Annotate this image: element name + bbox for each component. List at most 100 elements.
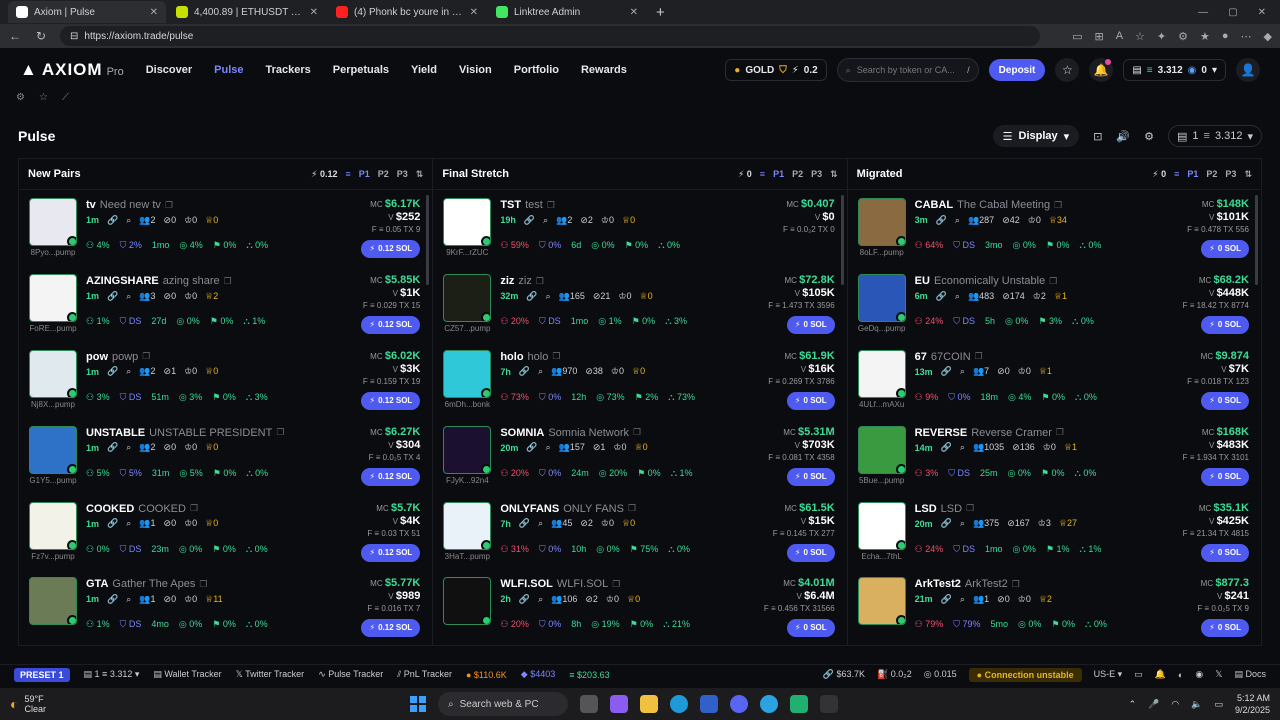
token-image[interactable] <box>857 198 906 247</box>
pnl-tracker-button[interactable]: ⫽ PnL Tracker <box>397 669 452 680</box>
preset-p2-button[interactable]: P2 <box>1206 169 1217 179</box>
quick-buy-button[interactable]: ⚡ 0 SOL <box>786 543 835 562</box>
telegram-icon[interactable] <box>760 695 778 713</box>
preset-p3-button[interactable]: P3 <box>1225 169 1236 179</box>
token-card[interactable]: Echa...7thL LSD LSD ❐ 20m 🔗 ⌕ 👥375 ⊘167 <box>848 494 1261 570</box>
filter-icon[interactable]: ⇅ <box>1244 169 1252 180</box>
app-icon[interactable] <box>790 695 808 713</box>
tab-close-icon[interactable]: ✕ <box>150 7 158 18</box>
terminal-icon[interactable] <box>820 695 838 713</box>
deposit-button[interactable]: Deposit <box>988 59 1046 81</box>
token-address[interactable]: FJyK...92n4 <box>446 476 489 485</box>
token-address[interactable]: Nj8X...pump <box>31 400 75 409</box>
token-search[interactable]: ⌕ Search by token or CA... / <box>836 58 979 82</box>
token-card[interactable]: CZ57...pump ziz ziz ❐ 32m 🔗 ⌕ 👥165 ⊘21 ♔… <box>433 266 846 342</box>
wifi-icon[interactable]: ◠ <box>1171 699 1179 710</box>
tab-close-icon[interactable]: ✕ <box>470 7 478 18</box>
token-image[interactable] <box>29 501 77 550</box>
token-image[interactable] <box>29 349 77 398</box>
token-card[interactable]: Fz7v...pump COOKED COOKED ❐ 1m 🔗 ⌕ 👥1 ⊘0 <box>19 494 432 570</box>
close-window-icon[interactable]: ✕ <box>1258 7 1266 18</box>
copy-icon[interactable]: ❐ <box>628 503 636 514</box>
search-icon[interactable]: ⌕ <box>126 291 131 302</box>
token-image[interactable] <box>857 501 906 550</box>
user-icon[interactable]: 👤 <box>1236 58 1260 82</box>
link-icon[interactable]: 🔗 <box>936 291 947 302</box>
quick-buy-amount[interactable]: ⚡ 0 <box>738 169 752 180</box>
notification-bell-icon[interactable]: 🔔 <box>1089 58 1114 82</box>
tray-chevron-icon[interactable]: ⌃ <box>1129 699 1137 710</box>
search-icon[interactable]: ⌕ <box>955 291 960 302</box>
file-explorer-icon[interactable] <box>640 695 658 713</box>
link-icon[interactable]: 🔗 <box>107 366 118 377</box>
token-image[interactable] <box>443 577 492 626</box>
quick-buy-button[interactable]: ⚡ 0 SOL <box>786 316 835 335</box>
star-icon[interactable]: ☆ <box>39 92 48 106</box>
wallet-balance-button[interactable]: ▤ ≡ 3.312 ◉ 0 ▾ <box>1123 59 1226 81</box>
quick-buy-button[interactable]: ⚡ 0 SOL <box>786 619 835 638</box>
token-card[interactable]: GTA Gather The Apes ❐ 1m 🔗 ⌕ 👥1 ⊘0 ♔0 ♕1… <box>19 569 432 645</box>
preset-p1-button[interactable]: P1 <box>1187 169 1198 179</box>
discord-icon[interactable]: ◉ <box>1195 669 1203 680</box>
copy-icon[interactable]: ❐ <box>190 503 198 514</box>
search-icon[interactable]: ⌕ <box>126 518 131 529</box>
palette-icon[interactable]: ◐ <box>1178 670 1183 680</box>
tab-close-icon[interactable]: ✕ <box>630 7 638 18</box>
sol-filter-icon[interactable]: ≡ <box>345 169 350 179</box>
token-address[interactable]: Fz7v...pump <box>31 552 74 561</box>
search-icon[interactable]: ⌕ <box>538 366 543 377</box>
quick-buy-amount[interactable]: ⚡ 0.12 <box>311 169 337 180</box>
link-icon[interactable]: 🔗 <box>519 518 530 529</box>
sol-filter-icon[interactable]: ≡ <box>1174 169 1179 179</box>
copy-icon[interactable]: ❐ <box>224 276 232 287</box>
battery-icon[interactable]: ▭ <box>1214 699 1223 710</box>
preset-p1-button[interactable]: P1 <box>773 169 784 179</box>
apps-icon[interactable]: ⊞ <box>1094 30 1103 43</box>
browser-tab[interactable]: 4,400.89 | ETHUSDT Futures Exch ✕ <box>168 1 326 23</box>
search-icon[interactable]: ⌕ <box>546 291 551 302</box>
token-address[interactable]: 6mDh...bonk <box>445 400 490 409</box>
bell-icon[interactable]: 🔔 <box>1155 669 1166 680</box>
token-card[interactable]: GeDq...pump EU Economically Unstable ❐ 6… <box>848 266 1261 342</box>
quick-buy-button[interactable]: ⚡ 0 SOL <box>1201 240 1249 259</box>
search-icon[interactable]: ⌕ <box>546 442 551 453</box>
favorites-icon[interactable]: ★ <box>1200 30 1210 43</box>
link-icon[interactable]: 🔗 <box>524 215 535 226</box>
search-icon[interactable]: ⌕ <box>126 442 131 453</box>
nav-link-discover[interactable]: Discover <box>146 64 192 76</box>
quick-buy-button[interactable]: ⚡ 0 SOL <box>786 467 835 486</box>
extension-icon[interactable]: ✦ <box>1157 30 1166 43</box>
link-icon[interactable]: 🔗 <box>519 366 530 377</box>
docs-link[interactable]: ▤ Docs <box>1234 669 1266 680</box>
token-image[interactable] <box>443 425 492 474</box>
copilot-icon[interactable]: ◆ <box>1264 30 1272 43</box>
search-icon[interactable]: ⌕ <box>960 366 965 377</box>
layout-icon[interactable]: ▭ <box>1134 669 1143 680</box>
preset-button[interactable]: PRESET 1 <box>14 667 70 682</box>
site-info-icon[interactable]: ⊟ <box>70 31 78 42</box>
quick-buy-button[interactable]: ⚡ 0.12 SOL <box>361 391 421 410</box>
refresh-icon[interactable]: ↻ <box>34 29 48 43</box>
browser-tab[interactable]: Axiom | Pulse ✕ <box>8 1 166 23</box>
nav-link-pulse[interactable]: Pulse <box>214 64 243 76</box>
nav-link-yield[interactable]: Yield <box>411 64 437 76</box>
token-image[interactable] <box>29 198 77 247</box>
favorite-icon[interactable]: ☆ <box>1135 30 1145 43</box>
token-image[interactable] <box>857 425 906 474</box>
axiom-logo[interactable]: ▲ AXIOM Pro <box>20 60 124 80</box>
read-aloud-icon[interactable]: A <box>1116 30 1123 43</box>
copy-icon[interactable]: ❐ <box>975 351 983 362</box>
quick-buy-button[interactable]: ⚡ 0 SOL <box>786 391 835 410</box>
quick-buy-button[interactable]: ⚡ 0 SOL <box>1201 467 1249 486</box>
copy-icon[interactable]: ❐ <box>1056 427 1064 438</box>
token-address[interactable]: G1Y5...pump <box>29 476 76 485</box>
store-icon[interactable] <box>700 695 718 713</box>
token-card[interactable]: Nj8X...pump pow powp ❐ 1m 🔗 ⌕ 👥2 ⊘1 ♔0 ♕… <box>19 342 432 418</box>
token-image[interactable] <box>857 577 906 626</box>
url-field[interactable]: ⊟ https://axiom.trade/pulse <box>60 26 1040 46</box>
token-card[interactable]: 5Bue...pump REVERSE Reverse Cramer ❐ 14m… <box>848 418 1261 494</box>
search-icon[interactable]: ⌕ <box>960 518 965 529</box>
token-card[interactable]: G1Y5...pump UNSTABLE UNSTABLE PRESIDENT … <box>19 418 432 494</box>
region-selector[interactable]: US-E ▾ <box>1094 669 1123 680</box>
copy-icon[interactable]: ❐ <box>612 579 620 590</box>
